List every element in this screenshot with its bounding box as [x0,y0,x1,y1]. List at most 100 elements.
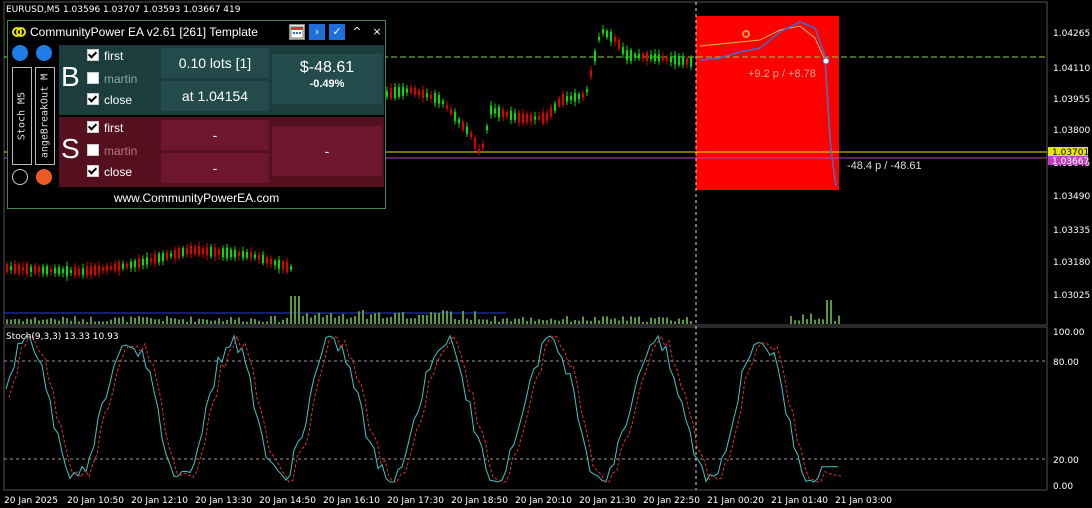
blue-status-dot[interactable] [36,45,52,61]
volume-bar [122,316,124,324]
candle-body [58,267,60,275]
candle-body [406,88,408,93]
checkbox-checked-icon [87,165,99,177]
checkbox-checked-icon [87,93,99,105]
volume-bar [166,316,168,324]
price-tick: 1.03490 [1053,192,1090,202]
volume-bar [674,321,676,324]
candle-body [630,49,632,61]
calendar-button[interactable] [289,24,305,40]
website-link[interactable]: www.CommunityPowerEA.com [8,191,385,205]
volume-bar [794,320,796,324]
community-power-logo-icon [12,27,26,37]
volume-bar [270,316,272,324]
orange-status-dot[interactable] [36,169,52,185]
sell-pnl-button[interactable]: - [272,126,382,176]
time-axis: 20 Jan 2025 20 Jan 10:50 20 Jan 12:10 20… [4,496,892,506]
buy-pnl-button[interactable]: $-48.61 -0.49% [272,54,382,104]
volume-bar [614,318,616,324]
empty-status-dot[interactable] [12,169,28,185]
volume-bar [54,319,56,324]
candle-body [262,254,264,264]
candle-body [414,87,416,95]
volume-bar [638,316,640,324]
ea-panel-titlebar[interactable]: CommunityPower EA v2.61 [261] Template ›… [8,21,385,43]
volume-bar [478,319,480,324]
candle-body [482,144,484,148]
time-tick: 20 Jan 13:30 [195,496,252,506]
volume-bar [802,314,804,324]
blue-status-dot[interactable] [12,45,28,61]
volume-bar [594,317,596,324]
candle-body [210,246,212,257]
candle-body [194,247,196,254]
candle-body [290,266,292,270]
candle-body [66,266,68,277]
stoch-tick: 0.00 [1053,482,1073,492]
volume-bar [382,318,384,324]
volume-bar [342,314,344,324]
volume-bar [326,315,328,324]
buy-first-checkbox[interactable]: first [87,49,123,63]
candle-body [162,252,164,262]
time-tick: 20 Jan 16:10 [323,496,380,506]
volume-bar [346,319,348,324]
candle-body [422,90,424,98]
time-tick: 20 Jan 20:10 [515,496,572,506]
candle-body [614,36,616,42]
candle-body [106,265,108,271]
time-tick: 21 Jan 03:00 [835,496,892,506]
volume-bar [198,318,200,324]
volume-bar [186,321,188,324]
sell-close-checkbox[interactable]: close [87,165,132,179]
candle-body [486,125,488,131]
sell-first-checkbox[interactable]: first [87,121,123,135]
exit-marker [822,57,830,65]
close-button[interactable]: × [369,24,385,40]
candle-body [658,54,660,62]
buy-close-checkbox[interactable]: close [87,93,132,107]
volume-bar [22,321,24,324]
candle-body [258,255,260,261]
buy-martin-checkbox[interactable]: martin [87,72,137,86]
volume-bar [86,321,88,324]
sell-martin-checkbox[interactable]: martin [87,144,137,158]
volume-bar [294,296,296,324]
candle-body [278,259,280,269]
volume-bar [574,319,576,324]
ok-button[interactable]: ✓ [329,24,345,40]
volume-bar [26,318,28,324]
volume-bar [306,313,308,324]
buy-price[interactable]: at 1.04154 [161,81,269,111]
signal-tab-rangebreakout[interactable]: angeBreakOut M [35,67,55,165]
volume-bar [194,321,196,324]
candle-body [502,109,504,118]
volume-bar [126,321,128,324]
volume-bar [266,321,268,324]
volume-bar [554,319,556,324]
volume-bar [610,319,612,324]
candle-body [558,98,560,107]
volume-bar [530,317,532,324]
collapse-button[interactable]: ^ [349,24,365,40]
volume-bar [226,319,228,324]
volume-bar [202,319,204,324]
candle-body [10,266,12,271]
candle-body [430,94,432,99]
sell-price[interactable]: - [161,153,269,183]
signal-tab-stoch[interactable]: Stoch M5 [12,67,32,165]
volume-bar [506,318,508,324]
candle-body [70,269,72,274]
sell-lots[interactable]: - [161,120,269,150]
candle-body [114,263,116,271]
next-button[interactable]: › [309,24,325,40]
buy-lots[interactable]: 0.10 lots [1] [161,48,269,78]
candle-body [78,268,80,275]
candle-body [30,266,32,272]
volume-bar [590,320,592,324]
volume-bar [98,321,100,324]
volume-bar [222,321,224,324]
volume-bar [370,314,372,324]
candle-body [678,55,680,65]
ea-panel[interactable]: CommunityPower EA v2.61 [261] Template ›… [7,20,386,209]
